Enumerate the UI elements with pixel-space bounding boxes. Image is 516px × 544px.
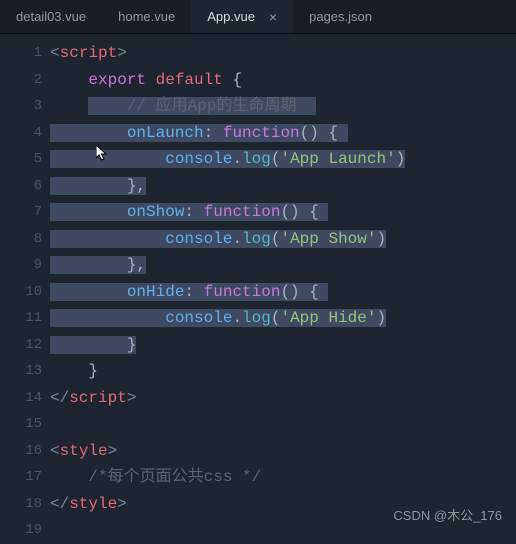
tab-bar: detail03.vue home.vue App.vue × pages.js… xyxy=(0,0,516,34)
line-number: 17 xyxy=(0,464,50,491)
line-number: 11 xyxy=(0,305,50,332)
code-line: }, xyxy=(50,252,516,279)
line-number: 3 xyxy=(0,93,50,120)
code-line: </script> xyxy=(50,385,516,412)
line-number: 2 xyxy=(0,67,50,94)
tab-label: detail03.vue xyxy=(16,9,86,24)
line-number: 6 xyxy=(0,173,50,200)
line-number: 14 xyxy=(0,385,50,412)
code-line: } xyxy=(50,332,516,359)
tab-app[interactable]: App.vue × xyxy=(191,0,293,33)
code-editor[interactable]: 1 2 3 4 5 6 7 8 9 10 11 12 13 14 15 16 1… xyxy=(0,34,516,544)
code-line: onLaunch: function() { xyxy=(50,120,516,147)
code-line: console.log('App Launch') xyxy=(50,146,516,173)
code-line: console.log('App Show') xyxy=(50,226,516,253)
code-line: /*每个页面公共css */ xyxy=(50,464,516,491)
tab-pages[interactable]: pages.json xyxy=(293,0,388,33)
line-number: 19 xyxy=(0,517,50,544)
line-number: 4 xyxy=(0,120,50,147)
code-line: console.log('App Hide') xyxy=(50,305,516,332)
line-number: 13 xyxy=(0,358,50,385)
line-number: 15 xyxy=(0,411,50,438)
watermark: CSDN @木公_176 xyxy=(393,505,502,524)
line-number: 9 xyxy=(0,252,50,279)
tab-label: App.vue xyxy=(207,9,255,24)
mouse-cursor-icon xyxy=(96,145,108,163)
line-number: 8 xyxy=(0,226,50,253)
tab-label: pages.json xyxy=(309,9,372,24)
code-line: <style> xyxy=(50,438,516,465)
line-number: 10 xyxy=(0,279,50,306)
line-number: 7 xyxy=(0,199,50,226)
code-line: } xyxy=(50,358,516,385)
tab-detail03[interactable]: detail03.vue xyxy=(0,0,102,33)
line-number: 16 xyxy=(0,438,50,465)
tab-home[interactable]: home.vue xyxy=(102,0,191,33)
code-line: onShow: function() { xyxy=(50,199,516,226)
code-line: <script> xyxy=(50,40,516,67)
code-area[interactable]: <script> export default { // 应用App的生命周期 … xyxy=(50,34,516,544)
line-number: 12 xyxy=(0,332,50,359)
line-number: 18 xyxy=(0,491,50,518)
tab-label: home.vue xyxy=(118,9,175,24)
line-number: 1 xyxy=(0,40,50,67)
code-line: // 应用App的生命周期 xyxy=(50,93,516,120)
code-line: onHide: function() { xyxy=(50,279,516,306)
code-line: }, xyxy=(50,173,516,200)
close-icon[interactable]: × xyxy=(269,9,277,25)
code-line: export default { xyxy=(50,67,516,94)
line-number: 5 xyxy=(0,146,50,173)
code-line xyxy=(50,411,516,438)
gutter: 1 2 3 4 5 6 7 8 9 10 11 12 13 14 15 16 1… xyxy=(0,34,50,544)
